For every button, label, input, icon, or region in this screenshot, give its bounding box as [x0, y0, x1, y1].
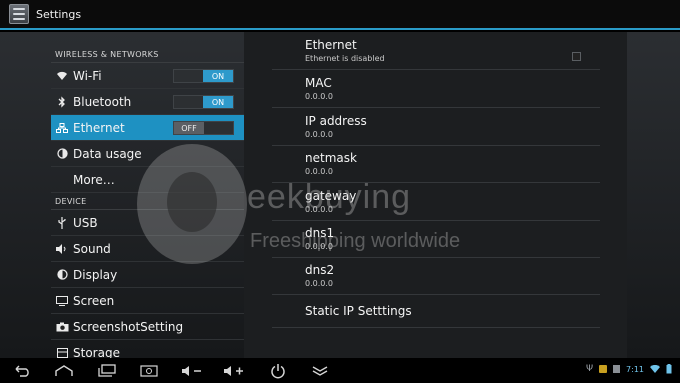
list-item-usb[interactable]: USB [51, 210, 244, 236]
list-item-sound[interactable]: Sound [51, 236, 244, 262]
ethernet-title: Ethernet [305, 38, 357, 52]
row-value: 0.0.0.0 [305, 92, 333, 101]
row-title: MAC [305, 76, 332, 90]
row-title: netmask [305, 151, 357, 165]
item-label: ScreenshotSetting [73, 319, 184, 334]
row-value: 0.0.0.0 [305, 242, 333, 251]
home-icon [55, 364, 73, 376]
toggle-state: ON [203, 70, 233, 82]
sd-card-icon [613, 365, 621, 373]
section-header-device: DEVICE [51, 193, 244, 210]
hide-bar-button[interactable] [308, 362, 332, 379]
settings-content: WIRELESS & NETWORKS Wi-Fi ON Bluetooth O… [0, 32, 680, 358]
status-area[interactable]: Ψ 7:11 [586, 364, 672, 374]
home-button[interactable] [52, 362, 76, 379]
static-ip-settings-row[interactable]: Static IP Setttings [272, 300, 600, 328]
info-row-mac: MAC 0.0.0.0 [272, 76, 600, 108]
volume-up-button[interactable] [222, 362, 246, 379]
item-label: Sound [73, 241, 111, 256]
item-label: Screen [73, 293, 115, 308]
item-label: Data usage [73, 146, 142, 161]
row-value: 0.0.0.0 [305, 167, 333, 176]
list-item-ethernet[interactable]: Ethernet OFF [51, 115, 244, 141]
display-icon [51, 269, 73, 280]
item-label: Bluetooth [73, 94, 132, 109]
ethernet-subtitle: Ethernet is disabled [305, 54, 385, 63]
list-item-storage[interactable]: Storage [51, 340, 244, 358]
settings-sliders-icon[interactable] [9, 4, 29, 24]
row-title: gateway [305, 189, 357, 203]
notification-icon [599, 365, 608, 373]
info-row-ip-address: IP address 0.0.0.0 [272, 114, 600, 146]
item-label: Display [73, 267, 118, 282]
power-button[interactable] [266, 362, 290, 379]
list-item-more[interactable]: More… [51, 167, 244, 193]
row-value: 0.0.0.0 [305, 130, 333, 139]
recent-apps-button[interactable] [95, 362, 119, 379]
power-icon [271, 363, 285, 378]
chevron-double-down-icon [312, 365, 328, 376]
usb-debug-icon: Ψ [585, 364, 594, 374]
camera-icon [51, 322, 73, 332]
item-label: Storage [73, 345, 120, 359]
settings-list: WIRELESS & NETWORKS Wi-Fi ON Bluetooth O… [51, 46, 244, 358]
data-usage-icon [51, 148, 73, 159]
navigation-bar: Ψ 7:11 [0, 358, 680, 383]
row-value: 0.0.0.0 [305, 279, 333, 288]
volume-up-icon [224, 365, 243, 376]
item-label: USB [73, 215, 98, 230]
row-value: 0.0.0.0 [305, 205, 333, 214]
back-icon [15, 365, 29, 377]
item-label: More… [73, 172, 115, 187]
row-title: IP address [305, 114, 367, 128]
clock-time: 7:11 [626, 364, 644, 374]
ethernet-checkbox[interactable] [572, 52, 581, 61]
toggle-state: ON [203, 96, 233, 108]
usb-icon [51, 216, 73, 229]
sound-icon [51, 243, 73, 254]
screen-icon [51, 295, 73, 306]
list-item-screen[interactable]: Screen [51, 288, 244, 314]
wifi-icon [51, 71, 73, 81]
list-item-bluetooth[interactable]: Bluetooth ON [51, 89, 244, 115]
row-title: dns1 [305, 226, 335, 240]
info-row-netmask: netmask 0.0.0.0 [272, 151, 600, 183]
screenshot-button[interactable] [137, 362, 161, 379]
ethernet-icon [51, 122, 73, 133]
ethernet-toggle[interactable]: OFF [173, 121, 234, 135]
item-label: Ethernet [73, 120, 125, 135]
item-label: Wi-Fi [73, 68, 102, 83]
list-item-screenshot-setting[interactable]: ScreenshotSetting [51, 314, 244, 340]
info-row-dns1: dns1 0.0.0.0 [272, 226, 600, 258]
app-title: Settings [36, 7, 82, 21]
info-row-gateway: gateway 0.0.0.0 [272, 189, 600, 221]
action-bar: Settings [0, 0, 680, 30]
wifi-signal-icon [650, 365, 660, 373]
bluetooth-toggle[interactable]: ON [173, 95, 234, 109]
ethernet-detail-panel: Ethernet Ethernet is disabled MAC 0.0.0.… [244, 32, 627, 358]
storage-icon [51, 347, 73, 358]
row-title: dns2 [305, 263, 335, 277]
screenshot-icon [140, 364, 158, 377]
recent-apps-icon [98, 364, 116, 377]
list-item-wifi[interactable]: Wi-Fi ON [51, 63, 244, 89]
info-row-dns2: dns2 0.0.0.0 [272, 263, 600, 295]
wifi-toggle[interactable]: ON [173, 69, 234, 83]
section-header-wireless: WIRELESS & NETWORKS [51, 46, 244, 63]
list-item-data-usage[interactable]: Data usage [51, 141, 244, 167]
back-button[interactable] [10, 362, 34, 379]
battery-icon [666, 364, 672, 374]
toggle-state: OFF [174, 122, 204, 134]
volume-down-button[interactable] [180, 362, 204, 379]
bluetooth-icon [51, 95, 73, 108]
ethernet-enable-row[interactable]: Ethernet Ethernet is disabled [272, 38, 600, 70]
list-item-display[interactable]: Display [51, 262, 244, 288]
static-ip-label: Static IP Setttings [305, 304, 412, 318]
volume-down-icon [182, 365, 201, 376]
